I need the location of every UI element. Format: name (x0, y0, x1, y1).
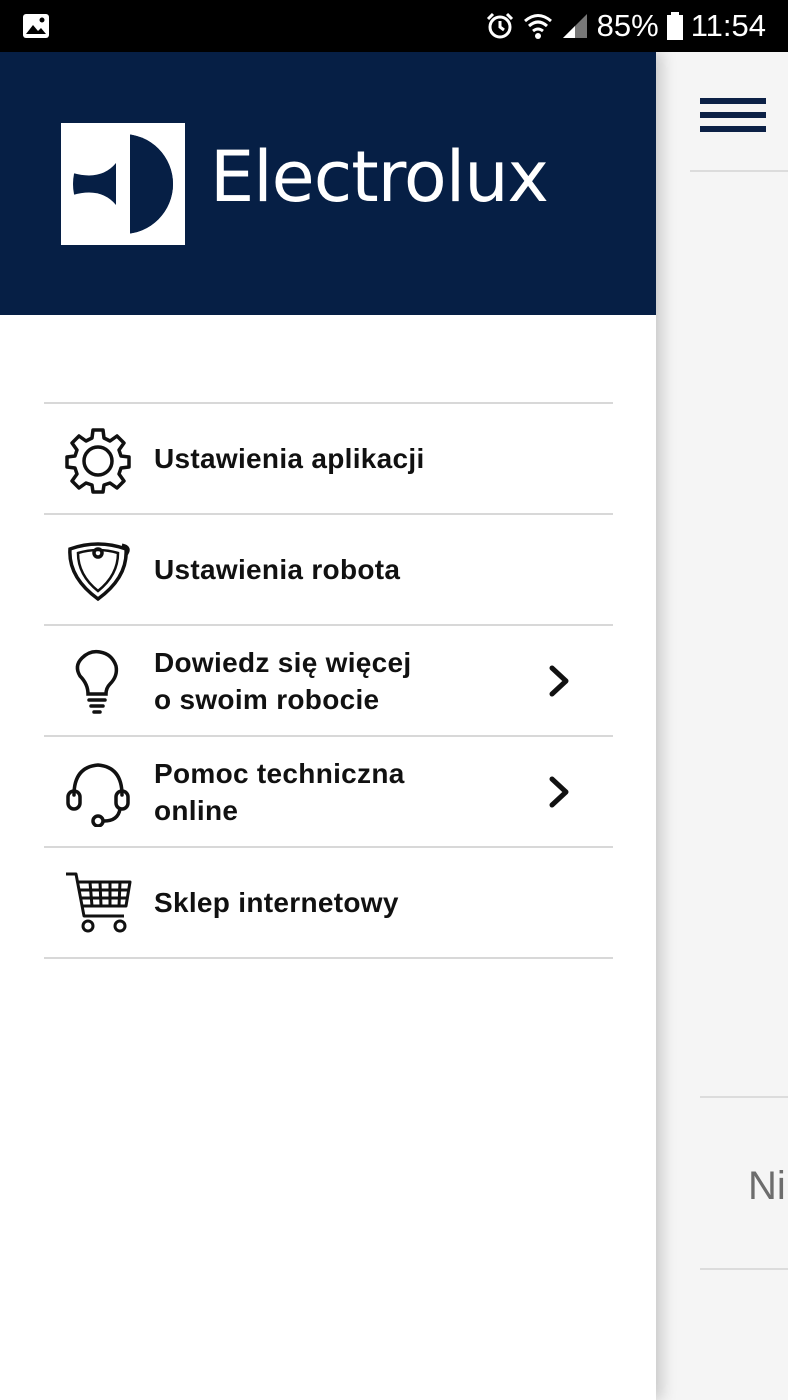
headset-icon (66, 763, 130, 827)
signal-icon (562, 14, 587, 38)
alarm-icon (486, 12, 513, 39)
menu-item-label: Sklep internetowy (154, 887, 399, 918)
status-bar: 85% 11:54 (0, 0, 788, 52)
electrolux-logo-icon (61, 123, 185, 245)
background-app-screen: Ni (656, 52, 788, 1400)
chevron-right-icon (549, 665, 569, 697)
hamburger-menu-icon[interactable] (700, 98, 766, 138)
chevron-right-icon (549, 776, 569, 808)
bg-partial-text: Ni (748, 1164, 786, 1208)
cart-icon (66, 872, 132, 933)
menu-item-label: Ustawienia robota (154, 554, 401, 585)
menu-item-label: Pomoc techniczna online (154, 757, 405, 826)
brand-wordmark: Electrolux (210, 136, 549, 218)
clock: 11:54 (690, 8, 766, 43)
menu-item-label: Dowiedz się więcej o swoim robocie (154, 646, 412, 715)
bg-divider-middle (700, 1096, 788, 1098)
menu-item-robot-settings[interactable]: Ustawienia robota (44, 515, 613, 626)
menu-item-label: Ustawienia aplikacji (154, 443, 425, 474)
drawer-menu: Ustawienia aplikacji Ustawienia robota D… (44, 402, 613, 959)
menu-item-learn-more[interactable]: Dowiedz się więcej o swoim robocie (44, 626, 613, 737)
lightbulb-icon (75, 649, 119, 714)
menu-item-online-shop[interactable]: Sklep internetowy (44, 848, 613, 959)
navigation-drawer: Electrolux Ustawienia aplikacji Ustawien… (0, 52, 656, 1400)
battery-icon (666, 12, 683, 40)
gear-icon (65, 428, 131, 494)
battery-percent: 85% (596, 8, 659, 43)
wifi-icon (523, 14, 552, 39)
bg-divider-top (690, 170, 788, 172)
gallery-notification-icon (23, 14, 49, 38)
robot-icon (68, 542, 130, 602)
bg-divider-bottom (700, 1268, 788, 1270)
drawer-header: Electrolux (0, 52, 656, 315)
menu-item-online-support[interactable]: Pomoc techniczna online (44, 737, 613, 848)
menu-item-app-settings[interactable]: Ustawienia aplikacji (44, 404, 613, 515)
